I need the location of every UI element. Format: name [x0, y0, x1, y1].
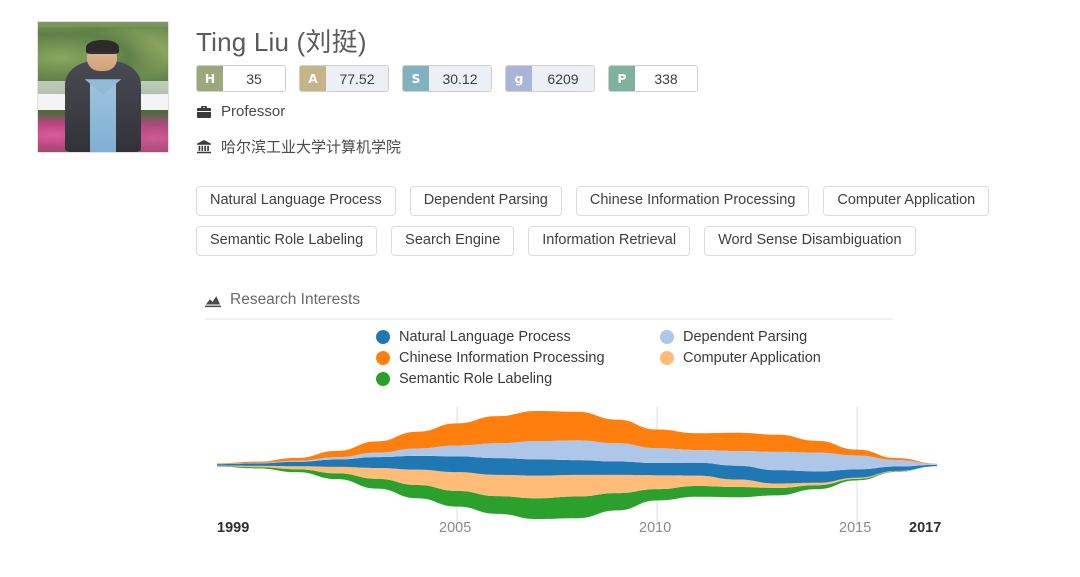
research-tag[interactable]: Information Retrieval: [528, 226, 691, 256]
research-tag[interactable]: Search Engine: [391, 226, 515, 256]
institution-icon: [196, 139, 212, 155]
chart-x-axis: 1999 2005 2010 2015 2017: [195, 520, 955, 546]
organization-line: 哈尔滨工业大学计算机学院: [196, 136, 401, 157]
research-tag[interactable]: Computer Application: [823, 186, 990, 216]
metric-badge-g[interactable]: g 6209: [505, 65, 595, 92]
legend-item[interactable]: Computer Application: [660, 350, 896, 366]
briefcase-icon: [196, 104, 212, 120]
research-tag[interactable]: Semantic Role Labeling: [196, 226, 378, 256]
legend-swatch-icon: [660, 330, 674, 344]
legend-label: Chinese Information Processing: [399, 350, 605, 366]
metric-value: 77.52: [326, 66, 388, 91]
research-tag[interactable]: Chinese Information Processing: [575, 186, 810, 216]
section-divider: [205, 318, 893, 320]
area-chart-icon: [205, 292, 221, 308]
research-interests-title: Research Interests: [230, 291, 361, 308]
metric-value: 338: [635, 66, 697, 91]
legend-item[interactable]: Chinese Information Processing: [376, 350, 660, 366]
x-axis-tick: 2005: [439, 520, 472, 536]
organization-label: 哈尔滨工业大学计算机学院: [221, 139, 402, 156]
role-line: Professor: [196, 103, 285, 120]
legend-swatch-icon: [376, 351, 390, 365]
x-axis-tick: 2010: [639, 520, 672, 536]
legend-item[interactable]: Natural Language Process: [376, 329, 660, 345]
legend-label: Natural Language Process: [399, 329, 571, 345]
legend-label: Dependent Parsing: [683, 329, 808, 345]
legend-swatch-icon: [376, 372, 390, 386]
metric-badges: H 35 A 77.52 S 30.12 g 6209 P 338: [196, 65, 698, 92]
legend-label: Computer Application: [683, 350, 821, 366]
metric-badge-p[interactable]: P 338: [608, 65, 698, 92]
legend-swatch-icon: [376, 330, 390, 344]
legend-item[interactable]: Dependent Parsing: [660, 329, 896, 345]
legend-swatch-icon: [660, 351, 674, 365]
metric-value: 30.12: [429, 66, 491, 91]
legend-label: Semantic Role Labeling: [399, 371, 553, 387]
x-axis-tick: 2017: [909, 520, 942, 536]
metric-key: S: [403, 66, 429, 91]
avatar[interactable]: [37, 21, 169, 153]
streamgraph-svg: [217, 407, 937, 523]
x-axis-tick: 2015: [839, 520, 872, 536]
page-title: Ting Liu (刘挺): [196, 27, 367, 57]
chart-legend: Natural Language Process Dependent Parsin…: [376, 329, 896, 387]
x-axis-tick: 1999: [217, 520, 250, 536]
metric-key: A: [300, 66, 326, 91]
research-tag[interactable]: Dependent Parsing: [409, 186, 562, 216]
metric-key: H: [197, 66, 223, 91]
metric-key: P: [609, 66, 635, 91]
metric-badge-a[interactable]: A 77.52: [299, 65, 389, 92]
metric-badge-h[interactable]: H 35: [196, 65, 286, 92]
legend-item[interactable]: Semantic Role Labeling: [376, 371, 660, 387]
metric-badge-s[interactable]: S 30.12: [402, 65, 492, 92]
metric-key: g: [506, 66, 532, 91]
research-tag-list: Natural Language Process Dependent Parsin…: [196, 186, 1056, 256]
role-label: Professor: [221, 103, 286, 120]
research-interests-header: Research Interests: [205, 291, 360, 309]
metric-value: 6209: [532, 66, 594, 91]
metric-value: 35: [223, 66, 285, 91]
research-tag[interactable]: Word Sense Disambiguation: [704, 226, 916, 256]
research-interests-streamgraph[interactable]: [195, 405, 955, 525]
research-tag[interactable]: Natural Language Process: [196, 186, 396, 216]
avatar-photo: [38, 22, 168, 152]
